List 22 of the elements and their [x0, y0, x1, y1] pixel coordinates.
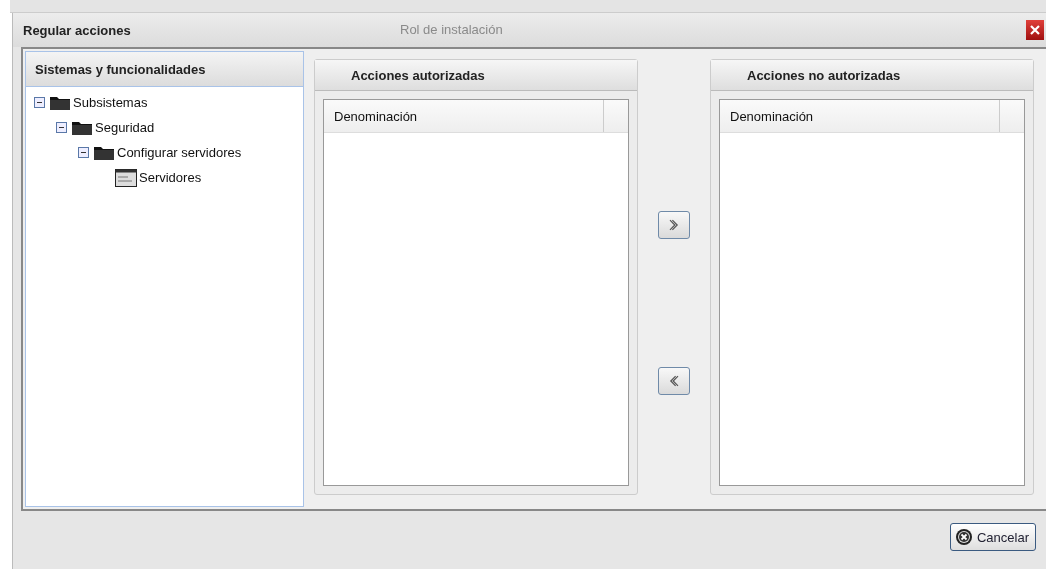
form-icon — [115, 168, 137, 187]
tree-item[interactable]: Configurar servidores — [117, 145, 242, 160]
close-icon — [1029, 24, 1041, 36]
cancel-button[interactable]: Cancelar — [949, 523, 1036, 551]
tree-item[interactable]: Servidores — [139, 170, 202, 185]
collapse-toggle[interactable] — [78, 147, 89, 158]
background-text: Rol de instalación — [400, 22, 503, 37]
collapse-toggle[interactable] — [56, 122, 67, 133]
cancel-icon — [954, 528, 973, 546]
panel-title: Acciones no autorizadas — [711, 60, 1033, 91]
close-button[interactable] — [1026, 20, 1044, 40]
collapse-toggle[interactable] — [34, 97, 45, 108]
move-left-button[interactable] — [658, 367, 690, 395]
tree-item[interactable]: Subsistemas — [73, 95, 148, 110]
tree-item[interactable]: Seguridad — [95, 120, 155, 135]
move-right-button[interactable] — [658, 211, 690, 239]
folder-icon — [49, 94, 71, 111]
folder-icon — [93, 144, 115, 161]
window-title: Regular acciones — [23, 22, 131, 38]
panel-title: Sistemas y funcionalidades — [26, 52, 303, 87]
panel-title: Acciones autorizadas — [315, 60, 637, 91]
folder-icon — [71, 119, 93, 136]
